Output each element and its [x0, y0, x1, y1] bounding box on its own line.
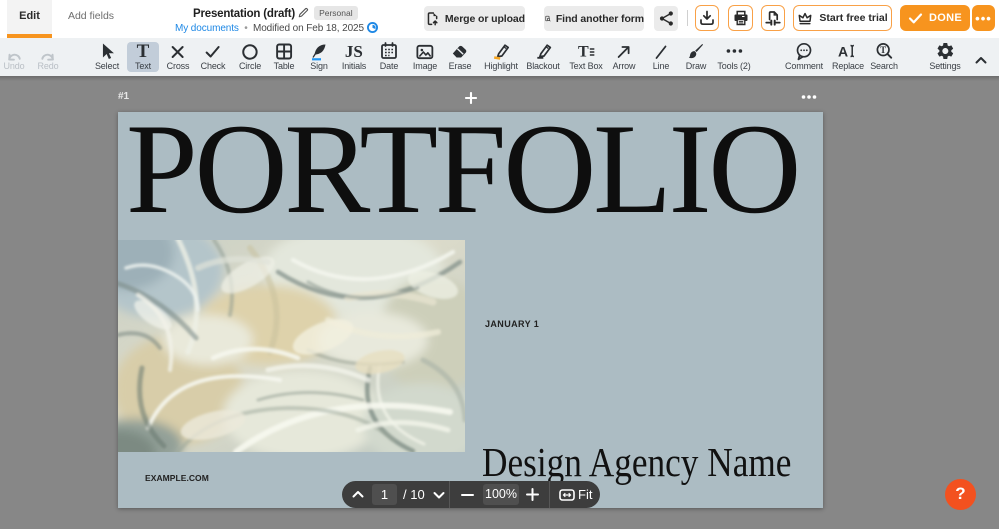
svg-text:A: A [838, 44, 848, 60]
svg-text:T: T [137, 41, 150, 61]
svg-text:T: T [578, 44, 589, 61]
svg-text:JS: JS [345, 42, 363, 61]
svg-text:T: T [880, 45, 886, 55]
